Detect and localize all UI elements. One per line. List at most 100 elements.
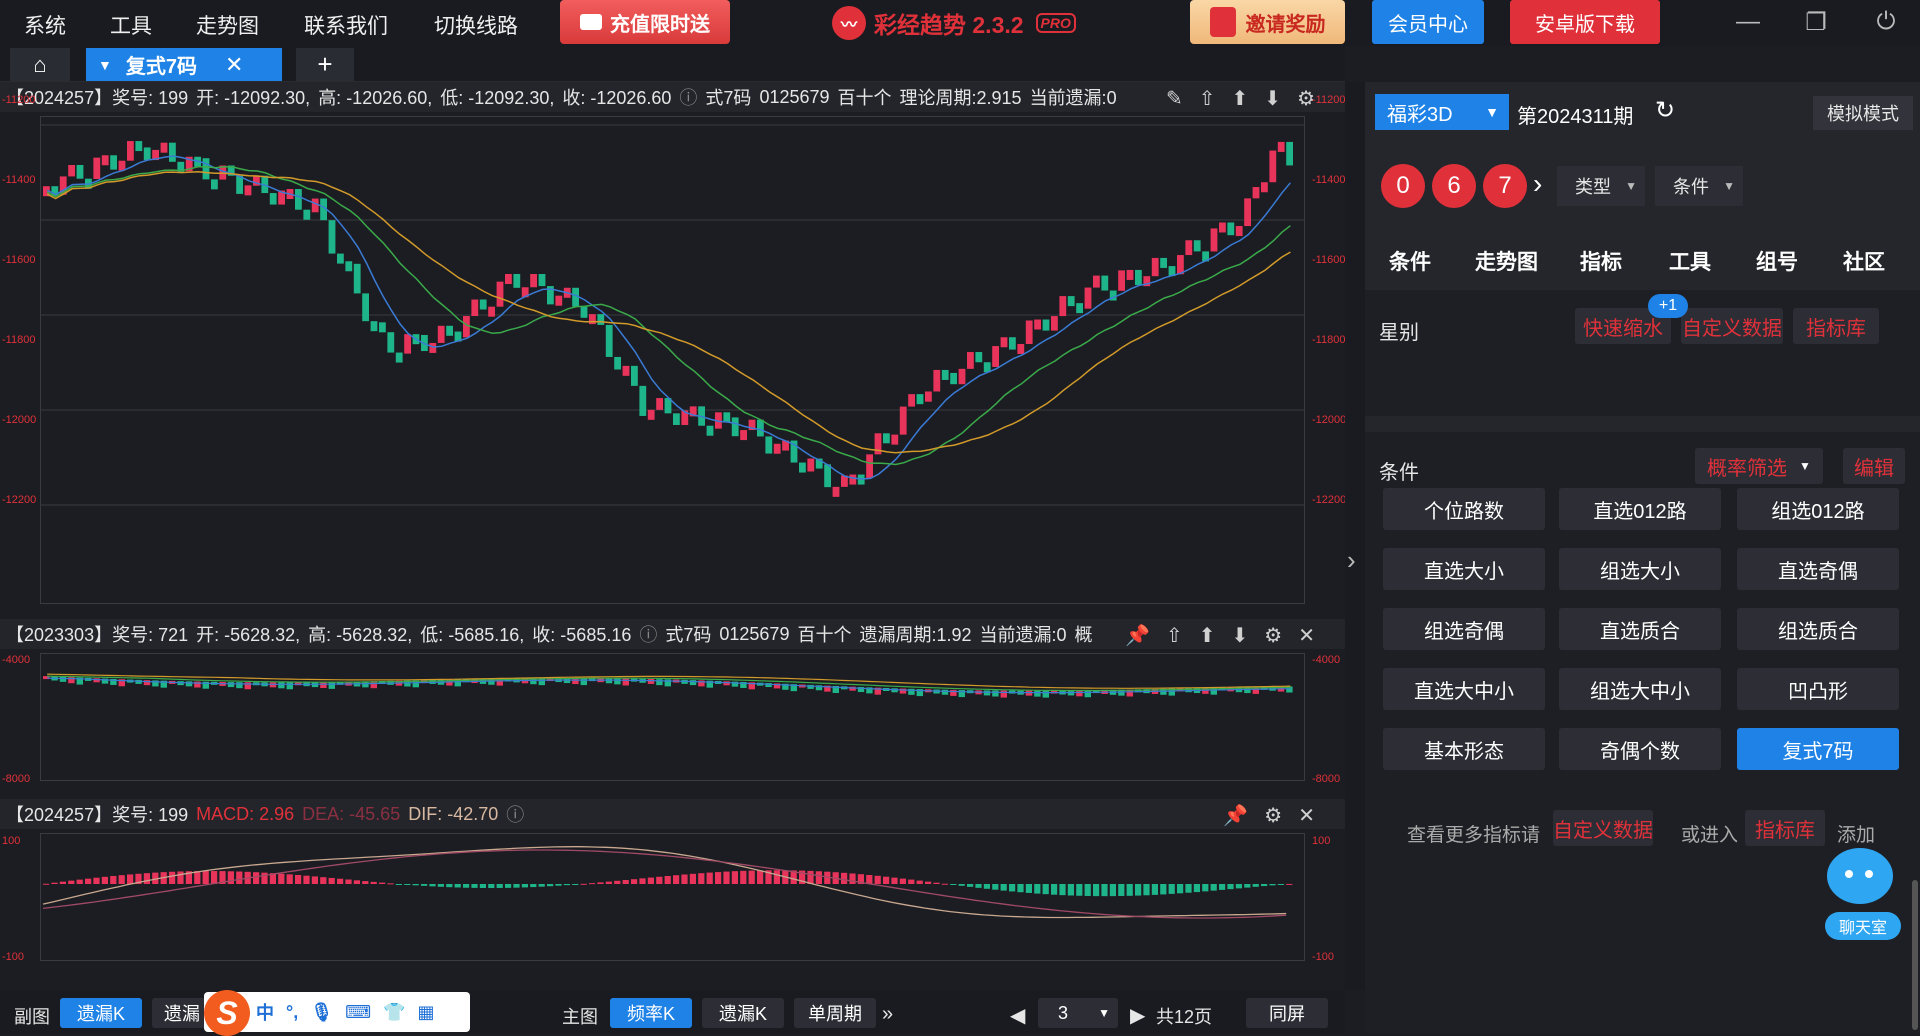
condition-option[interactable]: 个位路数 <box>1383 488 1545 530</box>
menu-tools[interactable]: 工具 <box>110 10 152 40</box>
condition-option[interactable]: 组选奇偶 <box>1383 608 1545 650</box>
custom-data-link[interactable]: 自定义数据 <box>1553 810 1653 846</box>
up-arrow-icon[interactable]: ⇧ <box>1199 86 1216 111</box>
download-icon[interactable]: ⬇ <box>1232 623 1249 648</box>
prev-page-icon[interactable]: ◀ <box>1010 1003 1025 1028</box>
freq-k-button[interactable]: 频率K <box>610 998 692 1028</box>
menu-system[interactable]: 系统 <box>24 10 66 40</box>
macd-bar <box>51 882 58 884</box>
apps-icon[interactable]: ▦ <box>417 1002 434 1023</box>
download-icon[interactable]: ⬇ <box>1264 86 1281 111</box>
mic-icon[interactable]: 🎙 <box>310 1002 333 1023</box>
chevron-right-icon[interactable]: › <box>1347 545 1356 576</box>
home-tab[interactable]: ⌂ <box>10 48 70 81</box>
member-center-button[interactable]: 会员中心 <box>1372 0 1484 44</box>
condition-option[interactable]: 奇偶个数 <box>1559 728 1721 770</box>
upload-icon[interactable]: ⬆ <box>1199 623 1216 648</box>
pin-icon[interactable]: 📌 <box>1125 623 1150 648</box>
condition-dropdown[interactable]: 条件 ▼ <box>1655 166 1743 206</box>
help-icon[interactable]: ⓘ <box>639 621 657 647</box>
nav-tab-indicator[interactable]: 指标 <box>1580 246 1622 276</box>
candle <box>127 141 134 161</box>
keyboard-icon[interactable]: ⌨ <box>345 1002 371 1023</box>
condition-option[interactable]: 直选012路 <box>1559 488 1721 530</box>
upload-icon[interactable]: ⬆ <box>1232 86 1249 111</box>
invite-reward-button[interactable]: 邀请奖励 <box>1190 0 1345 44</box>
chevron-right-icon[interactable]: › <box>1533 168 1542 200</box>
nav-tab-trend[interactable]: 走势图 <box>1475 246 1538 276</box>
ime-chinese-mode[interactable]: 中 <box>256 999 274 1025</box>
next-page-icon[interactable]: ▶ <box>1130 1003 1145 1028</box>
refresh-icon[interactable]: ↻ <box>1655 96 1675 125</box>
shirt-icon[interactable]: 👕 <box>383 1002 405 1023</box>
close-icon[interactable]: ✕ <box>225 52 243 78</box>
type-dropdown[interactable]: 类型 ▼ <box>1557 166 1645 206</box>
condition-option[interactable]: 组选大小 <box>1559 548 1721 590</box>
close-icon[interactable]: ✕ <box>1298 623 1315 648</box>
condition-option[interactable]: 直选大小 <box>1383 548 1545 590</box>
condition-option[interactable]: 直选奇偶 <box>1737 548 1899 590</box>
macd-chart[interactable] <box>40 833 1305 961</box>
tab-dropdown-icon[interactable]: ▼ <box>98 57 112 73</box>
indicator-library-link[interactable]: 指标库 <box>1793 308 1879 344</box>
candle <box>824 464 831 488</box>
condition-option[interactable]: 直选大中小 <box>1383 668 1545 710</box>
sub-miss-button[interactable]: 遗漏 <box>152 998 212 1028</box>
collapse-handle[interactable] <box>1345 82 1365 990</box>
ime-toolbar[interactable]: S 中 °, 🎙 ⌨ 👕 ▦ <box>204 990 470 1036</box>
help-icon[interactable]: ⓘ <box>679 84 697 110</box>
sub-miss-k-button[interactable]: 遗漏K <box>60 998 142 1028</box>
probability-filter-dropdown[interactable]: 概率筛选 ▼ <box>1695 448 1823 484</box>
condition-option[interactable]: 凹凸形 <box>1737 668 1899 710</box>
custom-data-link[interactable]: 自定义数据 <box>1681 308 1783 344</box>
same-screen-button[interactable]: 同屏 <box>1246 998 1328 1028</box>
help-icon[interactable]: ⓘ <box>506 801 524 827</box>
condition-option[interactable]: 直选质合 <box>1559 608 1721 650</box>
close-icon[interactable]: ✕ <box>1298 803 1315 828</box>
page-select[interactable]: 3 ▼ <box>1038 998 1118 1028</box>
indicator-library-link[interactable]: 指标库 <box>1745 810 1825 846</box>
minimize-icon[interactable]: — <box>1730 8 1766 38</box>
edit-button[interactable]: 编辑 <box>1843 448 1905 484</box>
pin-icon[interactable]: 📌 <box>1223 803 1248 828</box>
power-icon[interactable]: ⏻ <box>1868 8 1904 38</box>
recharge-promo-button[interactable]: 充值限时送 <box>560 0 730 44</box>
settings-icon[interactable]: ⚙ <box>1264 623 1282 648</box>
ime-logo-icon[interactable]: S <box>204 990 250 1036</box>
nav-tab-community[interactable]: 社区 <box>1843 246 1885 276</box>
nav-tab-condition[interactable]: 条件 <box>1389 246 1431 276</box>
simulation-mode-button[interactable]: 模拟模式 <box>1813 96 1913 130</box>
main-candle-chart[interactable] <box>40 116 1305 604</box>
lottery-select[interactable]: 福彩3D ▼ <box>1375 94 1509 130</box>
macd-bar <box>1017 884 1024 893</box>
macd-bar <box>1000 884 1007 891</box>
add-tab-button[interactable]: + <box>296 48 354 81</box>
ball-2[interactable]: 6 <box>1432 164 1476 208</box>
edit-icon[interactable]: ✎ <box>1166 86 1183 111</box>
nav-tab-tools[interactable]: 工具 <box>1669 246 1711 276</box>
ball-3[interactable]: 7 <box>1483 164 1527 208</box>
condition-option[interactable]: 基本形态 <box>1383 728 1545 770</box>
condition-option[interactable]: 组选质合 <box>1737 608 1899 650</box>
nav-tab-group[interactable]: 组号 <box>1756 246 1798 276</box>
macd-bar <box>530 884 537 888</box>
tab-fushi-7ma[interactable]: ▼ 复式7码 ✕ <box>86 48 282 81</box>
condition-option[interactable]: 组选012路 <box>1737 488 1899 530</box>
miss-k-button[interactable]: 遗漏K <box>702 998 784 1028</box>
sub-candle-chart[interactable] <box>40 653 1305 781</box>
restore-icon[interactable]: ❐ <box>1798 8 1834 38</box>
menu-switch-line[interactable]: 切换线路 <box>434 10 518 40</box>
menu-contact[interactable]: 联系我们 <box>304 10 388 40</box>
settings-icon[interactable]: ⚙ <box>1264 803 1282 828</box>
condition-option[interactable]: 组选大中小 <box>1559 668 1721 710</box>
ball-1[interactable]: 0 <box>1381 164 1425 208</box>
single-cycle-button[interactable]: 单周期 <box>794 998 876 1028</box>
ime-punctuation[interactable]: °, <box>286 1002 298 1023</box>
condition-option-selected[interactable]: 复式7码 <box>1737 728 1899 770</box>
android-download-button[interactable]: 安卓版下载 <box>1510 0 1660 44</box>
chat-room-button[interactable]: 聊天室 <box>1825 848 1901 940</box>
more-icon[interactable]: » <box>882 1003 893 1026</box>
up-arrow-icon[interactable]: ⇧ <box>1166 623 1183 648</box>
right-scrollbar[interactable] <box>1912 880 1918 1030</box>
menu-trend-chart[interactable]: 走势图 <box>196 10 259 40</box>
